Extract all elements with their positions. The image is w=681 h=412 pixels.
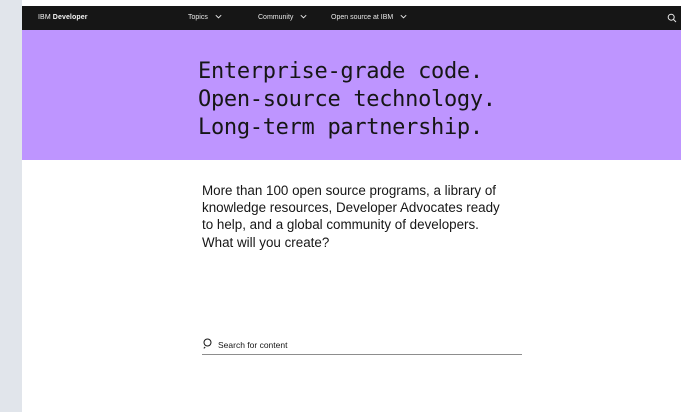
ibm-developer-logo-link[interactable]: IBM Developer xyxy=(38,6,88,30)
intro-line: to help, and a global community of devel… xyxy=(202,217,479,233)
hero-line: Long-term partnership. xyxy=(198,115,483,140)
nav-item-label: Open source at IBM xyxy=(331,14,394,21)
top-navigation-bar: IBM Developer Topics Community Open sour… xyxy=(22,6,681,30)
nav-item-community[interactable]: Community xyxy=(258,6,308,30)
chevron-down-icon xyxy=(300,14,307,19)
brand-prefix: IBM xyxy=(38,14,51,21)
intro-line: More than 100 open source programs, a li… xyxy=(202,183,497,198)
nav-item-open-source-at-ibm[interactable]: Open source at IBM xyxy=(331,6,408,30)
intro-line: What will you create? xyxy=(202,234,330,250)
brand-name: Developer xyxy=(52,14,88,21)
hero-banner: Enterprise-grade code. Open-source techn… xyxy=(22,30,681,160)
nav-item-label: Topics xyxy=(188,14,208,21)
content-search xyxy=(202,337,522,355)
nav-item-label: Community xyxy=(258,14,294,21)
search-input[interactable] xyxy=(218,337,518,353)
page: IBM Developer Topics Community Open sour… xyxy=(22,0,681,412)
nav-item-topics[interactable]: Topics xyxy=(188,6,223,30)
hero-line: Enterprise-grade code. xyxy=(198,59,483,84)
search-icon[interactable] xyxy=(667,13,677,23)
side-gutter xyxy=(0,0,22,412)
intro-line: knowledge resources, Developer Advocates… xyxy=(202,200,500,216)
search-icon xyxy=(203,338,213,349)
intro-paragraph: More than 100 open source programs, a li… xyxy=(202,182,542,251)
hero-line: Open-source technology. xyxy=(198,87,496,112)
chevron-down-icon xyxy=(215,14,222,19)
chevron-down-icon xyxy=(400,14,407,19)
